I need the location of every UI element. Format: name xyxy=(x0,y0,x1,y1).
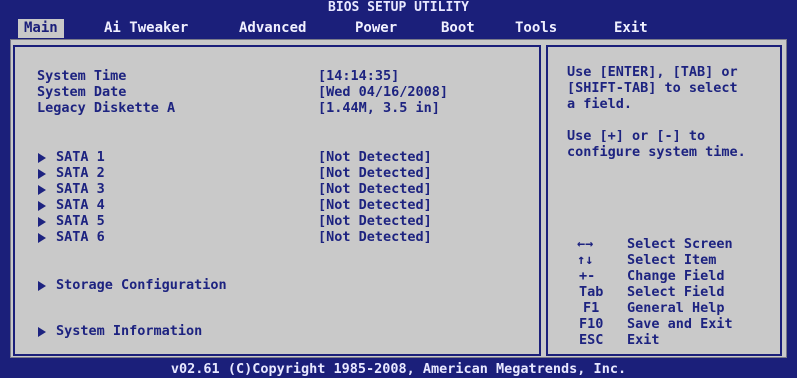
system-date-value[interactable]: [Wed 04/16/2008] xyxy=(318,85,448,100)
key-name: Tab xyxy=(579,284,604,300)
legacy-diskette-label: Legacy Diskette A xyxy=(37,100,176,116)
tab-main[interactable]: Main xyxy=(18,19,64,38)
sata-5-value: [Not Detected] xyxy=(318,213,432,229)
submenu-arrow-icon xyxy=(38,153,46,163)
tab-ai-tweaker[interactable]: Ai Tweaker xyxy=(104,19,188,38)
storage-configuration-item[interactable]: Storage Configuration xyxy=(56,278,227,293)
key-action: Exit xyxy=(627,332,660,348)
submenu-arrow-icon xyxy=(38,327,46,337)
menu-bar: Main Ai Tweaker Advanced Power Boot Tool… xyxy=(0,19,797,39)
key-action: Change Field xyxy=(627,268,725,284)
copyright-footer: v02.61 (C)Copyright 1985-2008, American … xyxy=(170,361,627,377)
submenu-arrow-icon xyxy=(38,217,46,227)
tab-boot[interactable]: Boot xyxy=(441,19,475,38)
sata-3-value: [Not Detected] xyxy=(318,181,432,197)
key-action: Select Field xyxy=(627,284,725,300)
legacy-diskette-value[interactable]: [1.44M, 3.5 in] xyxy=(318,101,440,116)
sata-1-value: [Not Detected] xyxy=(318,149,432,165)
help-line: configure system time. xyxy=(567,144,746,160)
tab-tools[interactable]: Tools xyxy=(515,19,557,38)
tab-exit[interactable]: Exit xyxy=(614,19,648,38)
system-time-label: System Time xyxy=(37,68,127,84)
submenu-arrow-icon xyxy=(38,185,46,195)
key-name: ESC xyxy=(579,332,604,348)
sata-2-value: [Not Detected] xyxy=(318,165,432,181)
key-action: General Help xyxy=(627,300,725,316)
help-line: Use [+] or [-] to xyxy=(567,128,706,144)
key-action: Save and Exit xyxy=(627,316,733,332)
sata-3-label[interactable]: SATA 3 xyxy=(56,182,105,197)
sata-6-value: [Not Detected] xyxy=(318,229,432,245)
tab-advanced[interactable]: Advanced xyxy=(239,19,306,38)
tab-power[interactable]: Power xyxy=(355,19,397,38)
submenu-arrow-icon xyxy=(38,281,46,291)
sata-2-label[interactable]: SATA 2 xyxy=(56,166,105,181)
key-name: F10 xyxy=(579,316,604,332)
submenu-arrow-icon xyxy=(38,201,46,211)
bios-title: BIOS SETUP UTILITY xyxy=(328,0,469,15)
key-action: Select Item xyxy=(627,252,717,268)
up-down-arrows-icon: ↑↓ xyxy=(577,252,594,268)
key-action: Select Screen xyxy=(627,236,733,252)
help-line: [SHIFT-TAB] to select xyxy=(567,80,738,96)
sata-1-label[interactable]: SATA 1 xyxy=(56,150,105,165)
left-right-arrows-icon: ←→ xyxy=(577,236,594,252)
sata-4-value: [Not Detected] xyxy=(318,197,432,213)
submenu-arrow-icon xyxy=(38,233,46,243)
submenu-arrow-icon xyxy=(38,169,46,179)
system-information-item[interactable]: System Information xyxy=(56,324,202,339)
help-line: Use [ENTER], [TAB] or xyxy=(567,64,738,80)
sata-6-label[interactable]: SATA 6 xyxy=(56,230,105,245)
key-name: +- xyxy=(579,268,596,284)
sata-4-label[interactable]: SATA 4 xyxy=(56,198,105,213)
help-line: a field. xyxy=(567,96,633,112)
system-time-value[interactable]: [14:14:35] xyxy=(318,69,399,84)
key-name: F1 xyxy=(583,300,600,316)
system-date-label: System Date xyxy=(37,84,127,100)
sata-5-label[interactable]: SATA 5 xyxy=(56,214,105,229)
